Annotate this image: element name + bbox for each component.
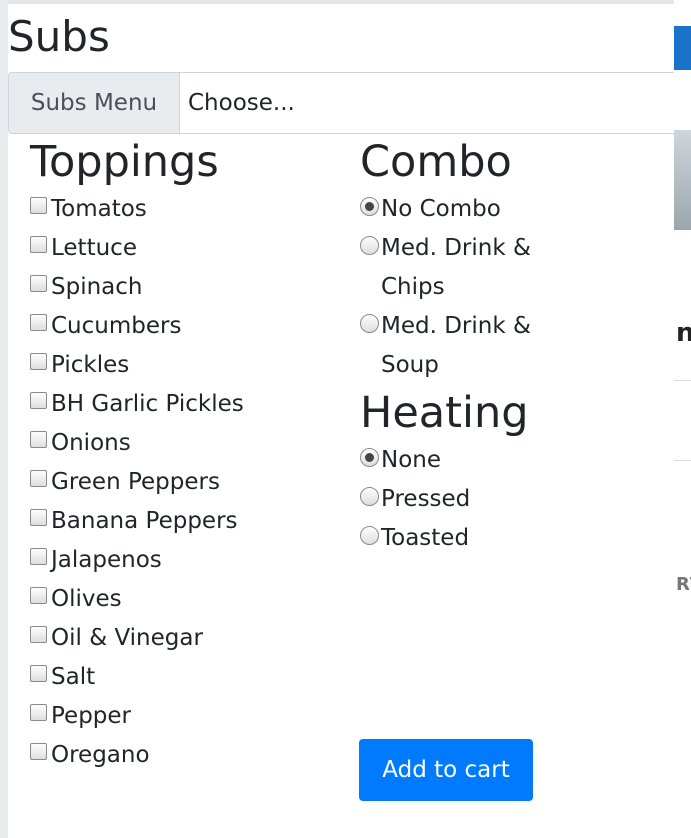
- radio-option[interactable]: Toasted: [360, 519, 660, 558]
- checkbox[interactable]: [30, 430, 47, 448]
- checkbox[interactable]: [30, 313, 47, 331]
- toppings-title: Toppings: [30, 137, 219, 187]
- radio-button[interactable]: [360, 486, 379, 506]
- topping-option[interactable]: Pepper: [30, 697, 350, 736]
- subs-menu-input-group: Subs Menu Choose...: [8, 72, 674, 134]
- modal-title: Subs: [8, 12, 110, 61]
- radio-button[interactable]: [360, 525, 379, 545]
- option-label: Toasted: [381, 524, 470, 551]
- radio-option[interactable]: Med. Drink & Soup: [360, 307, 555, 385]
- option-label: Pepper: [51, 702, 132, 729]
- topping-option[interactable]: Salt: [30, 658, 350, 697]
- radio-option[interactable]: Med. Drink & Chips: [360, 229, 555, 307]
- checkbox[interactable]: [30, 274, 47, 292]
- radio-button[interactable]: [360, 235, 379, 255]
- option-label: Med. Drink & Chips: [381, 234, 531, 300]
- topping-option[interactable]: BH Garlic Pickles: [30, 385, 350, 424]
- option-label: Onions: [51, 429, 131, 456]
- option-label: Tomatos: [51, 195, 147, 222]
- checkbox[interactable]: [30, 508, 47, 526]
- option-label: Cucumbers: [51, 312, 182, 339]
- background-page-left-edge: [0, 0, 8, 838]
- checkbox[interactable]: [30, 547, 47, 565]
- option-label: BH Garlic Pickles: [51, 390, 244, 417]
- background-text-fragment: n: [676, 318, 691, 348]
- options-column: Combo No Combo Med. Drink & Chips Med. Dri…: [360, 136, 660, 558]
- heating-title: Heating: [360, 387, 529, 438]
- option-label: Oregano: [51, 741, 150, 768]
- toppings-list: Tomatos Lettuce Spinach Cucumbers Pickles BH …: [30, 190, 350, 775]
- topping-option[interactable]: Oregano: [30, 736, 350, 775]
- radio-button[interactable]: [360, 196, 379, 216]
- option-label: Jalapenos: [51, 546, 162, 573]
- topping-option[interactable]: Oil & Vinegar: [30, 619, 350, 658]
- heating-options: None Pressed Toasted: [360, 441, 660, 558]
- background-page-right-edge: n RT: [674, 0, 691, 838]
- topping-option[interactable]: Olives: [30, 580, 350, 619]
- radio-option[interactable]: None: [360, 441, 660, 480]
- background-text-fragment: RT: [676, 574, 691, 595]
- background-dropdown-button: [674, 26, 691, 70]
- checkbox[interactable]: [30, 196, 47, 214]
- add-to-cart-button[interactable]: Add to cart: [359, 739, 533, 801]
- checkbox[interactable]: [30, 586, 47, 604]
- checkbox[interactable]: [30, 625, 47, 643]
- option-label: Banana Peppers: [51, 507, 238, 534]
- background-divider: [674, 380, 691, 381]
- option-label: No Combo: [381, 195, 501, 222]
- checkbox[interactable]: [30, 235, 47, 253]
- option-label: Spinach: [51, 273, 143, 300]
- topping-option[interactable]: Lettuce: [30, 229, 350, 268]
- checkbox[interactable]: [30, 391, 47, 409]
- checkbox[interactable]: [30, 664, 47, 682]
- combo-options: No Combo Med. Drink & Chips Med. Drink & S…: [360, 190, 555, 385]
- background-image: [674, 130, 691, 230]
- subs-menu-select[interactable]: Choose...: [180, 72, 674, 134]
- radio-button[interactable]: [360, 447, 379, 467]
- subs-menu-label: Subs Menu: [8, 72, 180, 134]
- topping-option[interactable]: Pickles: [30, 346, 350, 385]
- checkbox[interactable]: [30, 352, 47, 370]
- option-label: Med. Drink & Soup: [381, 312, 531, 378]
- option-label: Oil & Vinegar: [51, 624, 203, 651]
- checkbox[interactable]: [30, 703, 47, 721]
- option-label: Lettuce: [51, 234, 137, 261]
- option-label: None: [381, 446, 442, 473]
- topping-option[interactable]: Cucumbers: [30, 307, 350, 346]
- topping-option[interactable]: Green Peppers: [30, 463, 350, 502]
- background-divider: [674, 460, 691, 461]
- topping-option[interactable]: Onions: [30, 424, 350, 463]
- radio-button[interactable]: [360, 313, 379, 333]
- topping-option[interactable]: Jalapenos: [30, 541, 350, 580]
- topping-option[interactable]: Spinach: [30, 268, 350, 307]
- radio-option[interactable]: Pressed: [360, 480, 660, 519]
- option-label: Olives: [51, 585, 122, 612]
- topping-option[interactable]: Banana Peppers: [30, 502, 350, 541]
- option-label: Green Peppers: [51, 468, 220, 495]
- radio-option[interactable]: No Combo: [360, 190, 555, 229]
- topping-option[interactable]: Tomatos: [30, 190, 350, 229]
- toppings-column: Toppings Tomatos Lettuce Spinach Cucumbers P…: [30, 136, 350, 775]
- option-label: Pressed: [381, 485, 471, 512]
- checkbox[interactable]: [30, 469, 47, 487]
- combo-title: Combo: [360, 137, 512, 187]
- option-label: Pickles: [51, 351, 130, 378]
- option-label: Salt: [51, 663, 96, 690]
- checkbox[interactable]: [30, 742, 47, 760]
